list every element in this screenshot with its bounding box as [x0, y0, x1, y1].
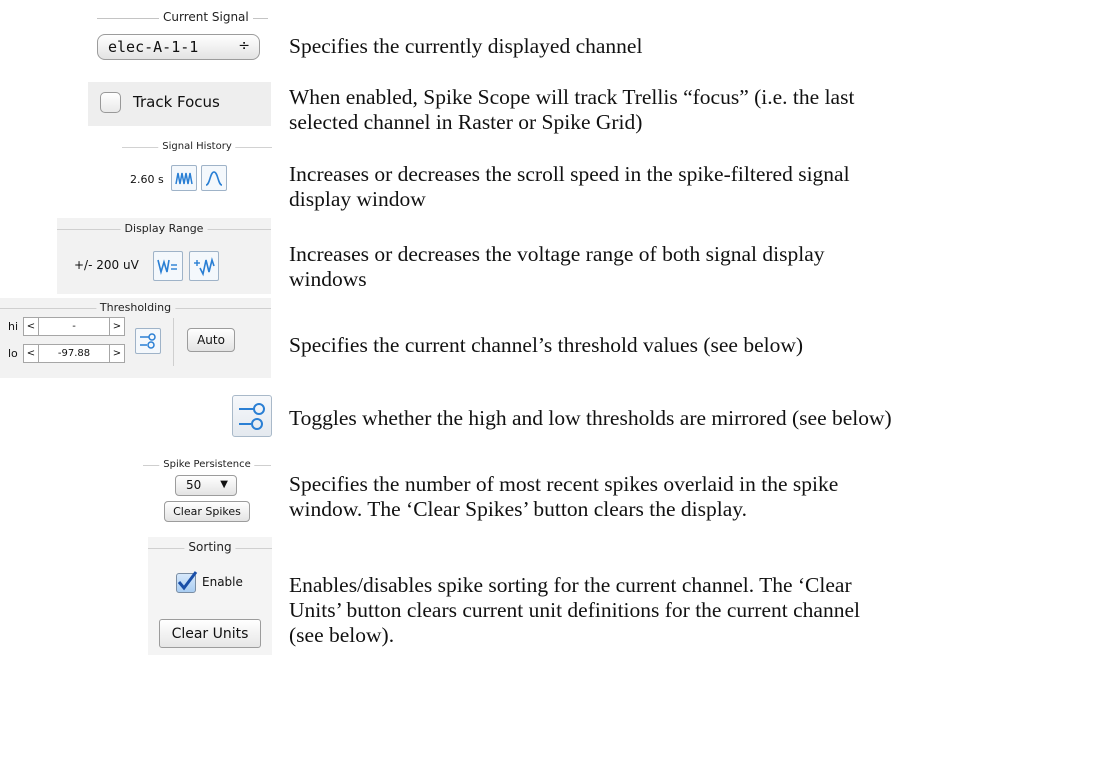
sorting-enable-checkbox[interactable] — [176, 571, 198, 593]
signal-history-title: Signal History — [158, 140, 236, 153]
desc-thresholding: Specifies the current channel’s threshol… — [289, 333, 804, 357]
wave-grow-icon — [194, 257, 215, 277]
expand-wave-icon — [205, 171, 223, 186]
history-increase-button[interactable] — [201, 165, 227, 191]
display-range-value: +/- 200 uV — [74, 258, 139, 272]
sorting-title: Sorting — [184, 541, 236, 554]
desc-mirror-toggle: Toggles whether the high and low thresho… — [289, 406, 892, 430]
hi-decrement-button[interactable]: < — [23, 317, 39, 336]
signal-history-group: Signal History 2.60 s — [122, 140, 272, 206]
dropdown-arrow-icon: ▼ — [220, 479, 228, 490]
current-signal-select[interactable]: elec-A-1-1 ÷ — [97, 34, 260, 60]
hi-threshold-field[interactable]: - — [38, 317, 110, 336]
track-focus-group: Track Focus — [88, 82, 271, 126]
desc-signal-history-1: Increases or decreases the scroll speed … — [289, 162, 850, 186]
sorting-group: Sorting Enable Clear Units — [148, 537, 272, 655]
clear-units-button[interactable]: Clear Units — [159, 619, 261, 648]
clear-units-label: Clear Units — [171, 626, 249, 642]
auto-threshold-label: Auto — [197, 333, 225, 347]
lo-decrement-button[interactable]: < — [23, 344, 39, 363]
desc-display-range-2: windows — [289, 267, 367, 291]
select-arrows-icon: ÷ — [238, 38, 250, 54]
sorting-enable-label: Enable — [202, 575, 243, 589]
lo-label: lo — [8, 347, 18, 360]
spike-persistence-group: Spike Persistence 50 ▼ Clear Spikes — [143, 458, 271, 530]
thresholding-title: Thresholding — [95, 301, 176, 314]
hi-label: hi — [8, 320, 19, 333]
track-focus-checkbox[interactable] — [100, 92, 121, 113]
current-signal-title: Current Signal — [159, 11, 253, 24]
mirror-toggle-button[interactable] — [232, 395, 272, 437]
desc-sorting-2: Units’ button clears current unit defini… — [289, 598, 860, 622]
current-signal-value: elec-A-1-1 — [108, 38, 199, 56]
compress-wave-icon — [175, 172, 193, 185]
mirror-thresholds-icon — [140, 333, 156, 349]
thresholding-divider — [173, 318, 174, 366]
signal-history-value: 2.60 s — [130, 173, 164, 186]
history-decrease-button[interactable] — [171, 165, 197, 191]
display-range-title: Display Range — [120, 222, 208, 235]
wave-shrink-icon — [157, 259, 177, 276]
spike-persistence-title: Spike Persistence — [159, 458, 255, 471]
spike-persistence-value: 50 — [186, 478, 202, 492]
desc-track-focus-1: When enabled, Spike Scope will track Tre… — [289, 85, 855, 109]
desc-display-range-1: Increases or decreases the voltage range… — [289, 242, 825, 266]
desc-spike-persistence-2: window. The ‘Clear Spikes’ button clears… — [289, 497, 747, 521]
range-decrease-button[interactable] — [153, 251, 183, 281]
range-increase-button[interactable] — [189, 251, 219, 281]
current-signal-group: Current Signal elec-A-1-1 ÷ — [88, 11, 268, 71]
mirror-thresholds-icon — [239, 403, 265, 430]
track-focus-label: Track Focus — [133, 93, 220, 111]
lo-threshold-field[interactable]: -97.88 — [38, 344, 110, 363]
desc-spike-persistence-1: Specifies the number of most recent spik… — [289, 472, 839, 496]
clear-spikes-button[interactable]: Clear Spikes — [164, 501, 250, 522]
lo-increment-button[interactable]: > — [109, 344, 125, 363]
display-range-group: Display Range +/- 200 uV — [57, 218, 271, 294]
spike-persistence-select[interactable]: 50 ▼ — [175, 475, 237, 496]
hi-increment-button[interactable]: > — [109, 317, 125, 336]
desc-sorting-1: Enables/disables spike sorting for the c… — [289, 573, 852, 597]
thresholding-group: Thresholding hi < - > lo < -97.88 > Auto — [0, 298, 271, 378]
auto-threshold-button[interactable]: Auto — [187, 328, 235, 352]
desc-current-signal: Specifies the currently displayed channe… — [289, 34, 643, 58]
desc-track-focus-2: selected channel in Raster or Spike Grid… — [289, 110, 643, 134]
mirror-thresholds-button[interactable] — [135, 328, 161, 354]
checkmark-icon — [177, 571, 198, 591]
clear-spikes-label: Clear Spikes — [173, 505, 241, 518]
desc-signal-history-2: display window — [289, 187, 426, 211]
desc-sorting-3: (see below). — [289, 623, 395, 647]
